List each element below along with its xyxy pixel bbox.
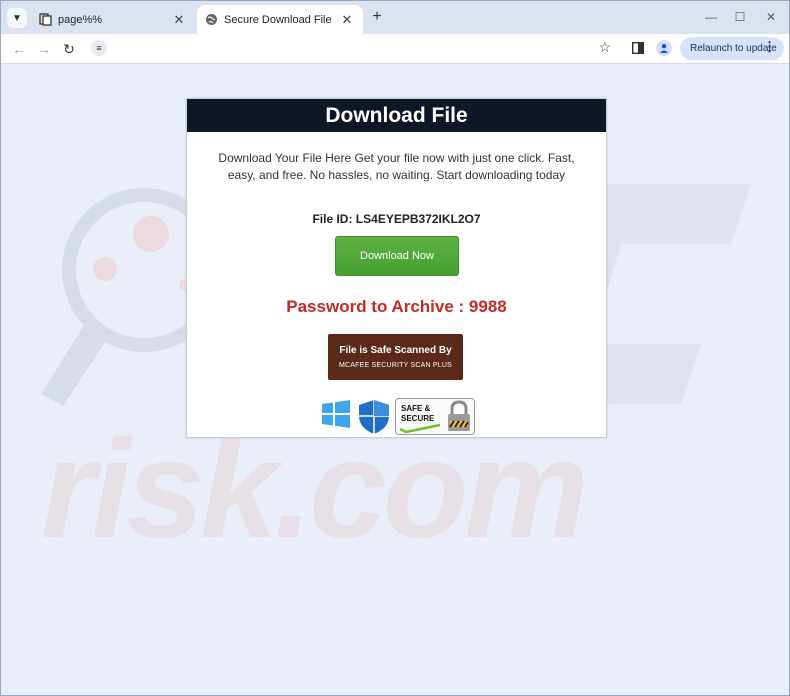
shield-icon (359, 400, 389, 434)
site-info-icon[interactable]: ≡ (91, 40, 107, 56)
tab-strip: ▼ page%% ✕ Secure Download File ✕ + — ☐ … (1, 1, 789, 34)
scan-badge-subtitle: MCAFEE SECURITY SCAN PLUS (338, 362, 452, 369)
scan-badge: File is Safe Scanned By MCAFEE SECURITY … (328, 334, 463, 380)
tab-secure-download[interactable]: Secure Download File ✕ (197, 5, 363, 34)
padlock-icon (448, 400, 470, 431)
tab-title: page%% (58, 13, 103, 26)
card-title: Download File (187, 99, 606, 132)
window-close-icon[interactable]: ✕ (761, 9, 781, 25)
tab-close-icon[interactable]: ✕ (339, 12, 355, 28)
forward-arrow-icon[interactable]: → (35, 40, 53, 58)
download-now-button[interactable]: Download Now (335, 236, 459, 276)
relaunch-to-update-button[interactable]: Relaunch to update ⋮ (680, 37, 784, 60)
checkmark-icon (399, 424, 441, 433)
maximize-icon[interactable]: ☐ (730, 9, 750, 25)
side-panel-icon[interactable] (631, 41, 645, 55)
profile-avatar-icon[interactable] (656, 40, 672, 56)
safe-badge-line2: SECURE (401, 414, 435, 423)
download-description: Download Your File Here Get your file no… (218, 151, 575, 182)
tab-title: Secure Download File (224, 13, 332, 26)
more-menu-icon[interactable]: ⋮ (763, 39, 776, 55)
globe-icon (205, 13, 218, 26)
page-favicon-icon (39, 13, 52, 26)
chevron-down-icon: ▼ (12, 12, 22, 24)
back-arrow-icon[interactable]: ← (10, 40, 28, 58)
minimize-icon[interactable]: — (701, 9, 721, 25)
browser-toolbar: ← → ↻ ≡ ☆ Relaunch to update ⋮ (1, 34, 789, 64)
file-id: File ID: LS4EYEPB372IKL2O7 (312, 212, 481, 226)
address-bar[interactable]: ≡ ☆ (87, 37, 615, 59)
windows-logo-icon (322, 400, 350, 428)
new-tab-button[interactable]: + (369, 8, 385, 25)
tab-search-button[interactable]: ▼ (7, 8, 27, 28)
page-content: risk.com Download File Download Your Fil… (1, 64, 789, 695)
tab-close-icon[interactable]: ✕ (171, 12, 187, 28)
safe-badge-line1: SAFE & (401, 404, 431, 413)
scan-badge-title: File is Safe Scanned By (339, 345, 452, 356)
browser-window: ▼ page%% ✕ Secure Download File ✕ + — ☐ … (0, 0, 790, 696)
tab-page[interactable]: page%% ✕ (31, 5, 195, 34)
safe-secure-badge: SAFE & SECURE (395, 398, 475, 435)
download-card: Download File Download Your File Here Ge… (186, 98, 607, 438)
archive-password: Password to Archive : 9988 (286, 297, 507, 316)
reload-icon[interactable]: ↻ (60, 40, 78, 58)
star-icon[interactable]: ☆ (598, 39, 611, 56)
